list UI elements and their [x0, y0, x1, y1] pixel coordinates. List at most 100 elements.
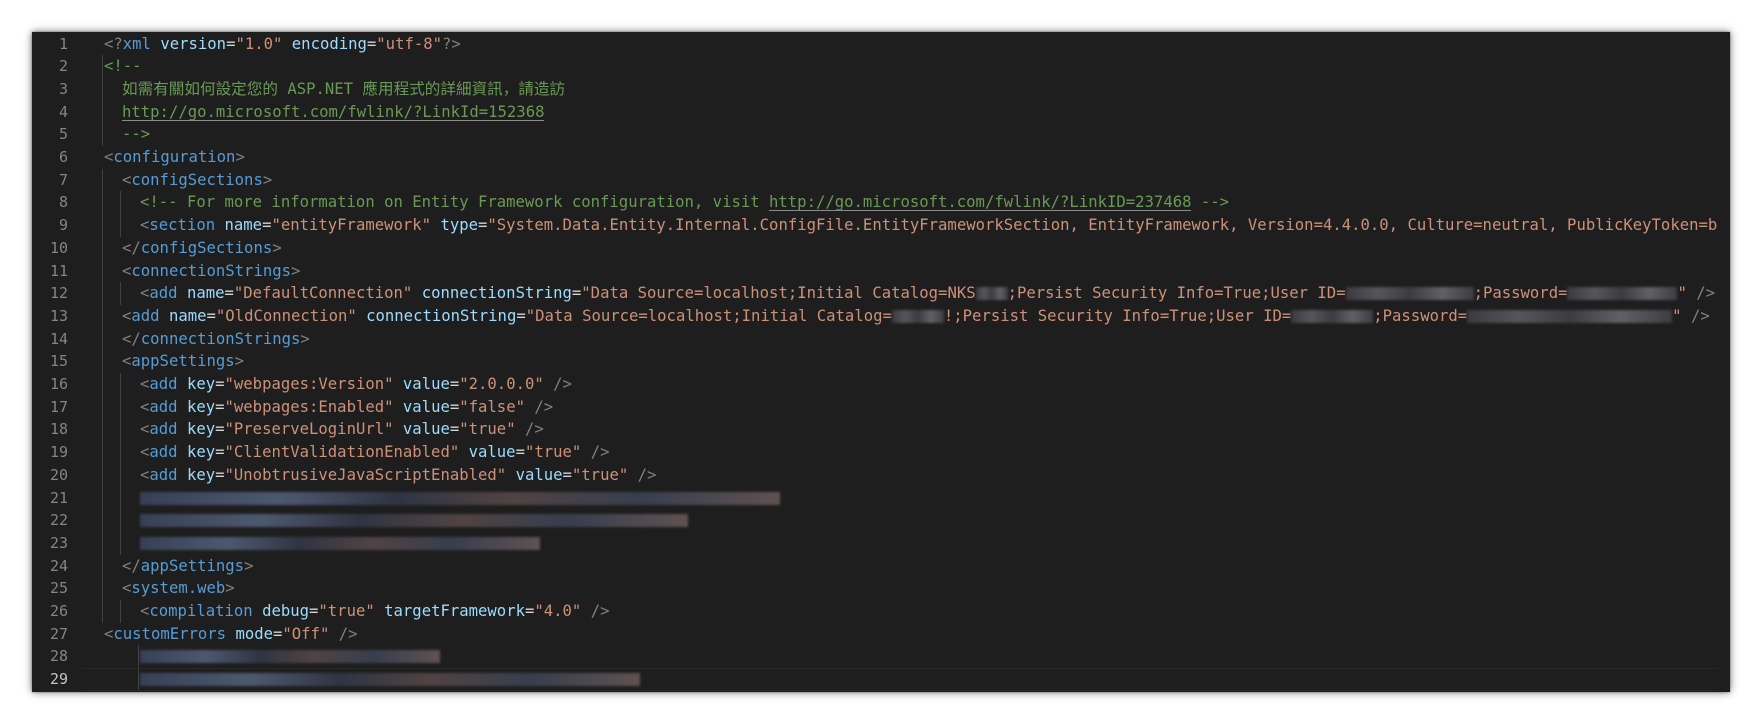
code-line[interactable]: [82, 668, 1730, 691]
code-token: =: [215, 465, 225, 484]
code-line[interactable]: [82, 509, 1730, 532]
code-token: "OldConnection": [215, 306, 357, 325]
code-token: connectionStrings: [140, 329, 301, 348]
code-token: =: [273, 624, 283, 643]
code-line[interactable]: <add key="PreserveLoginUrl" value="true"…: [82, 418, 1730, 441]
code-token: "DefaultConnection": [233, 284, 413, 303]
line-number: 28: [49, 647, 68, 666]
code-token: !;Persist Security Info=True;User ID=: [943, 306, 1292, 325]
code-token: <: [140, 465, 150, 484]
code-token: <: [140, 443, 150, 462]
code-token: >: [225, 579, 235, 598]
code-line[interactable]: <system.web>: [82, 577, 1730, 600]
code-line[interactable]: <add name="DefaultConnection" connection…: [82, 282, 1730, 305]
code-token: />: [524, 420, 544, 439]
code-line[interactable]: [82, 532, 1730, 555]
line-number: 6: [58, 148, 68, 166]
code-token: >: [235, 148, 245, 166]
line-number: 15: [49, 352, 68, 371]
code-line[interactable]: <add key="UnobtrusiveJavaScriptEnabled" …: [82, 464, 1730, 487]
code-line[interactable]: -->: [82, 123, 1730, 146]
code-token: ;Persist Security Info=True;User ID=: [1007, 284, 1346, 303]
code-line[interactable]: <add name="OldConnection" connectionStri…: [82, 305, 1730, 328]
code-line[interactable]: <section name="entityFramework" type="Sy…: [82, 214, 1730, 237]
code-token: "true": [318, 602, 375, 620]
line-number: 5: [58, 125, 68, 144]
code-token: </: [122, 238, 141, 257]
code-token: "utf-8": [376, 34, 443, 53]
code-token: version: [160, 34, 227, 53]
code-line[interactable]: 如需有關如何設定您的 ASP.NET 應用程式的詳細資訊，請造訪: [82, 78, 1730, 101]
code-token: >: [234, 352, 245, 371]
code-line[interactable]: [82, 645, 1730, 668]
code-token: <: [140, 602, 150, 620]
redacted-value: [1467, 309, 1673, 323]
code-line[interactable]: <!--: [82, 55, 1730, 78]
code-token: <: [122, 261, 132, 280]
line-number: 10: [49, 238, 68, 257]
code-token: >: [244, 556, 254, 575]
code-line[interactable]: [82, 487, 1730, 510]
code-line[interactable]: <add key="webpages:Version" value="2.0.0…: [82, 373, 1730, 396]
code-token: key: [186, 397, 216, 416]
code-token: compilation: [149, 602, 253, 620]
code-line[interactable]: <customErrors mode="Off" />: [82, 623, 1730, 646]
code-token: <: [104, 148, 114, 166]
code-token: =: [215, 420, 225, 439]
code-line[interactable]: </connectionStrings>: [82, 328, 1730, 351]
code-token: key: [186, 420, 216, 439]
code-token: value: [402, 375, 450, 393]
code-line[interactable]: <add key="webpages:Enabled" value="false…: [82, 396, 1730, 419]
code-token: ": [1677, 284, 1687, 303]
code-token: "Data Source=localhost;Initial Catalog=N…: [581, 284, 976, 303]
code-area[interactable]: <?xml version="1.0" encoding="utf-8"?> <!…: [82, 32, 1730, 692]
code-line[interactable]: <connectionStrings>: [82, 260, 1730, 283]
code-token: value: [402, 420, 450, 439]
code-token: add: [149, 397, 178, 416]
code-line[interactable]: <?xml version="1.0" encoding="utf-8"?>: [82, 33, 1730, 56]
code-token: <: [140, 284, 150, 303]
code-token: <?: [104, 34, 123, 53]
redacted-value: [1291, 309, 1374, 323]
code-token: <: [122, 170, 132, 189]
code-token: =: [309, 602, 319, 620]
code-line[interactable]: </appSettings>: [82, 555, 1730, 578]
code-token: section: [149, 216, 216, 235]
code-token: />: [637, 465, 657, 484]
code-line[interactable]: </configSections>: [82, 237, 1730, 260]
code-token: =: [206, 306, 216, 325]
code-token: />: [338, 624, 358, 643]
code-token: mode: [235, 624, 274, 643]
code-token: ?>: [442, 34, 461, 53]
code-line[interactable]: <configuration>: [82, 146, 1730, 169]
code-token: "System.Data.Entity.Internal.ConfigFile.…: [487, 216, 1730, 235]
code-token: "webpages:Enabled": [224, 397, 394, 416]
code-token: />: [534, 397, 554, 416]
vertical-scrollbar[interactable]: [1718, 32, 1730, 692]
code-token: value: [468, 443, 516, 462]
code-line[interactable]: <compilation debug="true" targetFramewor…: [82, 600, 1730, 623]
code-token: ;Password=: [1373, 306, 1468, 325]
code-line[interactable]: <configSections>: [82, 169, 1730, 192]
code-token: =: [515, 443, 525, 462]
code-token: "UnobtrusiveJavaScriptEnabled": [224, 465, 507, 484]
code-token: key: [186, 465, 216, 484]
code-token: =: [449, 375, 460, 393]
code-token: connectionStrings: [131, 261, 291, 280]
line-number: 21: [49, 488, 68, 507]
code-token: >: [272, 238, 282, 257]
code-line[interactable]: <add key="ClientValidationEnabled" value…: [82, 441, 1730, 464]
code-token: =: [215, 375, 225, 393]
code-token: =: [571, 284, 582, 303]
code-editor[interactable]: 1 2 3 4 5 6 7 8 9 10 11 12 13 14 15 16 17 18 19 20 21 22 23 24 2…: [32, 32, 1730, 692]
code-line[interactable]: <appSettings>: [82, 350, 1730, 373]
code-token: "Off": [282, 624, 330, 643]
